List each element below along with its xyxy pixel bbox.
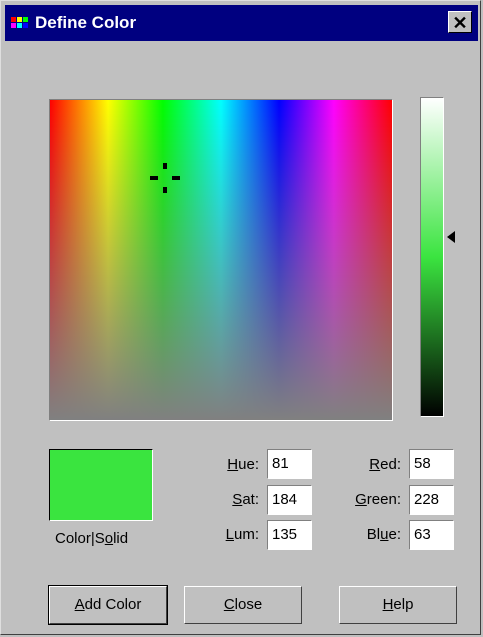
lum-field[interactable]: 135 xyxy=(267,520,312,550)
triangle-left-icon[interactable] xyxy=(447,231,455,243)
help-button[interactable]: Help xyxy=(339,586,457,624)
dialog-title: Define Color xyxy=(35,13,137,32)
sat-label: Sat: xyxy=(232,491,259,508)
green-label: Green: xyxy=(355,491,401,508)
lum-label: Lum: xyxy=(225,526,259,543)
color-solid-label: Color|Solid xyxy=(55,530,129,547)
crosshair-icon[interactable] xyxy=(150,163,180,193)
color-spectrum[interactable] xyxy=(49,99,393,421)
luminance-bar[interactable] xyxy=(420,97,444,417)
blue-label: Blue: xyxy=(366,526,401,543)
red-field[interactable]: 58 xyxy=(409,449,454,479)
close-icon[interactable]: ✕ xyxy=(448,11,472,33)
red-label: Red: xyxy=(369,456,401,473)
hue-label: Hue: xyxy=(227,456,259,473)
sat-field[interactable]: 184 xyxy=(267,485,312,515)
saturation-gradient xyxy=(50,100,392,420)
color-solid-swatch xyxy=(49,449,153,521)
green-field[interactable]: 228 xyxy=(409,485,454,515)
define-color-dialog: Define Color ✕ Color|Solid Hue: 81 Sat: … xyxy=(0,0,481,635)
hue-field[interactable]: 81 xyxy=(267,449,312,479)
close-button[interactable]: Close xyxy=(184,586,302,624)
blue-field[interactable]: 63 xyxy=(409,520,454,550)
add-color-button[interactable]: Add Color xyxy=(48,585,168,625)
color-palette-icon xyxy=(11,17,28,28)
title-bar[interactable]: Define Color ✕ xyxy=(5,5,478,41)
